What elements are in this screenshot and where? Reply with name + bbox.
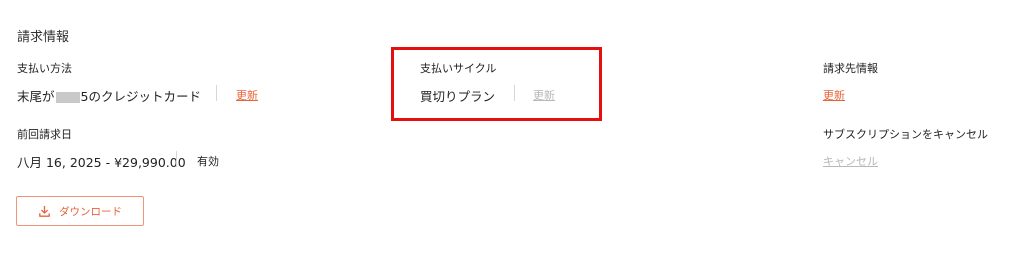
billing-section-title: 請求情報 (17, 30, 70, 45)
billing-address-label: 請求先情報 (823, 62, 878, 75)
last-billing-status: 有効 (197, 155, 219, 168)
last-billing-separator (176, 151, 177, 167)
download-button[interactable]: ダウンロード (16, 196, 144, 226)
payment-method-update-link[interactable]: 更新 (236, 87, 258, 103)
download-icon (38, 205, 51, 218)
cancel-subscription-label: サブスクリプションをキャンセル (823, 128, 988, 141)
payment-method-suffix: 5のクレジットカード (80, 89, 201, 104)
billing-address-update-link[interactable]: 更新 (823, 87, 845, 103)
cancel-subscription-link[interactable]: キャンセル (823, 153, 878, 169)
last-billing-label: 前回請求日 (17, 128, 72, 141)
payment-method-value: 末尾が 5のクレジットカード (17, 86, 201, 105)
masked-card-digits (55, 92, 80, 103)
payment-method-separator (216, 85, 217, 101)
payment-method-prefix: 末尾が (17, 89, 55, 104)
download-button-label: ダウンロード (59, 205, 122, 218)
payment-cycle-value: 買切りプラン (420, 89, 496, 104)
payment-method-label: 支払い方法 (17, 62, 72, 75)
payment-cycle-update-link[interactable]: 更新 (533, 87, 555, 103)
payment-cycle-label: 支払いサイクル (420, 62, 497, 75)
payment-cycle-highlight-box (391, 47, 602, 121)
payment-cycle-separator (514, 85, 515, 101)
last-billing-value: 八月 16, 2025 - ¥29,990.00 (17, 155, 186, 170)
